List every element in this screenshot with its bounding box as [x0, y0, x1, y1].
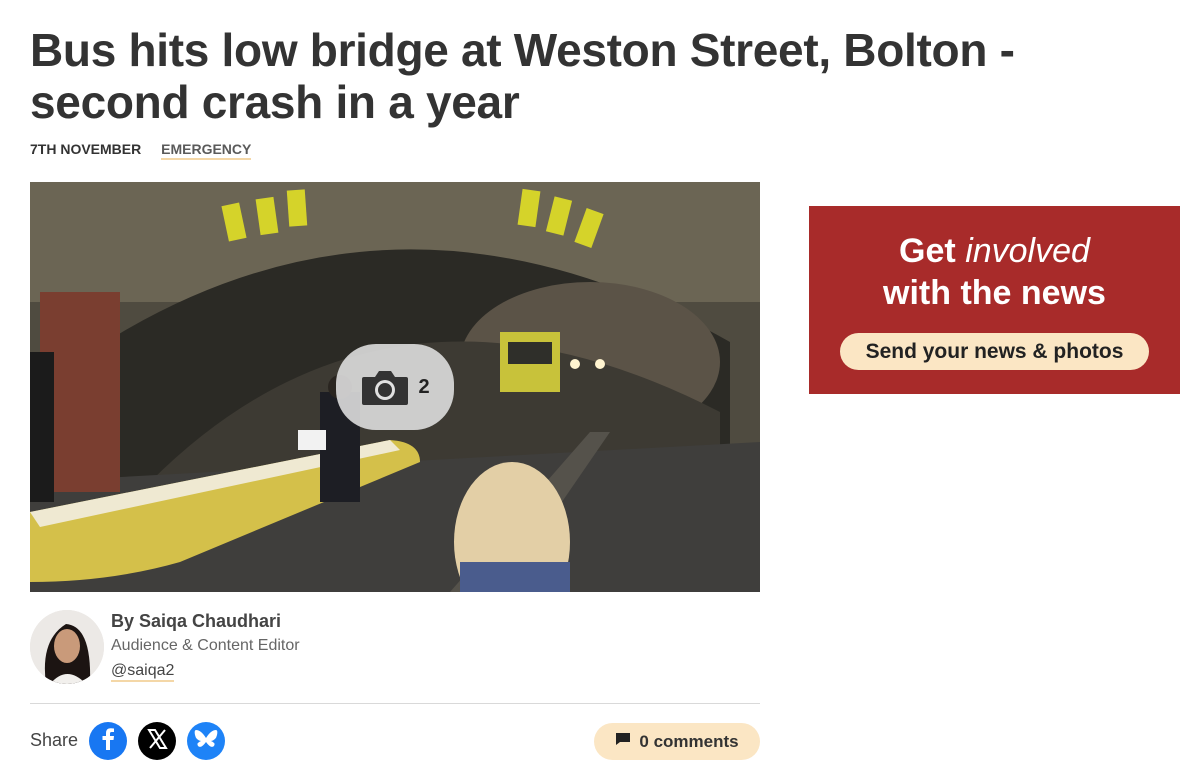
divider [30, 703, 760, 704]
article-date: 7TH NOVEMBER [30, 141, 142, 157]
bluesky-share-button[interactable] [187, 722, 225, 760]
comments-label: 0 comments [639, 731, 739, 751]
author-name: By Saiqa Chaudhari [111, 611, 282, 631]
promo-subheading: with the news [883, 274, 1106, 312]
facebook-icon [89, 720, 127, 763]
promo-heading: Get involved [809, 232, 1180, 271]
author-byline: By Saiqa Chaudhari Audience & Content Ed… [30, 606, 760, 686]
get-involved-promo: Get involved with the news Send your new… [809, 206, 1180, 394]
article-headline: Bus hits low bridge at Weston Street, Bo… [30, 24, 1015, 128]
gallery-button[interactable]: 2 [336, 344, 454, 430]
article-meta: 7TH NOVEMBER EMERGENCY [30, 141, 252, 160]
avatar [30, 610, 104, 684]
gallery-count: 2 [418, 375, 430, 398]
x-icon [138, 720, 176, 763]
comment-icon [615, 732, 631, 751]
send-news-button[interactable]: Send your news & photos [840, 333, 1149, 370]
category-link[interactable]: EMERGENCY [161, 141, 252, 160]
x-share-button[interactable] [138, 722, 176, 760]
comments-button[interactable]: 0 comments [594, 723, 760, 760]
promo-get: Get [899, 232, 956, 270]
facebook-share-button[interactable] [89, 722, 127, 760]
share-label: Share [30, 730, 79, 750]
hero-photo[interactable]: 2 [30, 182, 760, 592]
author-role: Audience & Content Editor [111, 637, 300, 654]
camera-icon [360, 367, 410, 407]
bluesky-icon [187, 720, 225, 763]
promo-involved: involved [965, 232, 1090, 270]
author-handle-link[interactable]: @saiqa2 [111, 662, 175, 682]
